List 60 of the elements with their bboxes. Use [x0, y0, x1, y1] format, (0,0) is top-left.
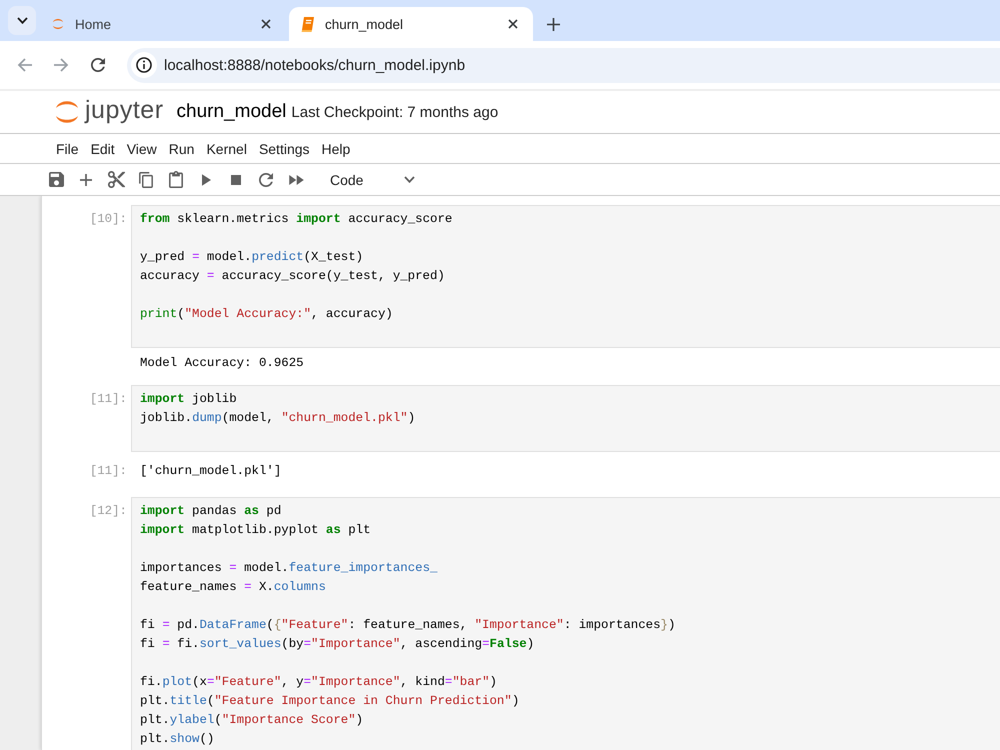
menu-item[interactable]: Kernel — [200, 140, 253, 156]
code-line: print("Model Accuracy:", accuracy) — [140, 306, 394, 323]
menu-item[interactable]: Run — [162, 140, 200, 156]
menu-item[interactable]: View — [120, 140, 163, 156]
clipboard-icon — [169, 171, 183, 188]
logo-text: jupyter — [85, 98, 164, 126]
code-line: fi = pd.DataFrame({"Feature": feature_names, "Importance": importances}) — [140, 617, 676, 634]
arrow-right-icon — [54, 58, 68, 72]
copy-icon — [139, 172, 153, 188]
plus-icon — [546, 18, 560, 30]
menu-item[interactable]: Edit — [84, 140, 121, 156]
code-line: plt.ylabel("Importance Score") — [140, 712, 364, 729]
close-icon — [508, 19, 518, 29]
fast-forward-icon — [288, 174, 304, 184]
code-line: fi.plot(x="Feature", y="Importance", kind="bar") — [140, 674, 498, 691]
chevron-down-icon — [16, 17, 28, 24]
url-text: localhost:8888/notebooks/churn_model.ipynb — [164, 56, 466, 74]
code-cell[interactable]: from sklearn.metrics import accuracy_score y_pred = model.predict(X_test) accuracy = accuracy_score(y_test, y_pred) print("Model Accuracy:", accuracy) — [131, 205, 1000, 348]
info-icon[interactable] — [131, 52, 157, 78]
code-line: import joblib — [140, 391, 238, 408]
code-line: feature_names = X.columns — [140, 579, 327, 596]
code-line: from sklearn.metrics import accuracy_score — [140, 211, 454, 228]
plus-icon — [80, 174, 92, 186]
circular-arrow-icon — [259, 172, 273, 186]
chevron-down-icon — [404, 176, 415, 183]
code-line: importances = model.feature_importances_ — [140, 560, 438, 577]
play-icon — [202, 174, 210, 186]
close-icon — [261, 19, 271, 29]
input-prompt: [12]: — [88, 503, 128, 520]
cell-output: ['churn_model.pkl'] — [140, 463, 282, 480]
address-bar[interactable]: localhost:8888/notebooks/churn_model.ipynb — [127, 48, 1000, 82]
reload-icon — [91, 58, 105, 72]
menu-item[interactable]: Help — [316, 140, 356, 156]
tab-list-button[interactable] — [8, 6, 36, 35]
book-icon — [301, 16, 314, 32]
arrow-left-icon — [16, 58, 32, 72]
checkpoint-status: Last Checkpoint: 7 months ago — [291, 104, 498, 120]
scissors-icon — [108, 171, 124, 188]
code-line: accuracy = accuracy_score(y_test, y_pred) — [140, 268, 446, 285]
code-line: fi = fi.sort_values(by="Importance", ascending=False) — [140, 636, 536, 653]
code-cell[interactable] — [131, 497, 1000, 750]
menu-item[interactable]: Settings — [252, 140, 316, 156]
browser-tab[interactable]: churn_model — [289, 7, 533, 41]
code-line: joblib.dump(model, "churn_model.pkl") — [140, 410, 416, 427]
code-line: plt.show() — [140, 731, 216, 748]
menu-item[interactable]: File — [50, 140, 85, 156]
cell-output: Model Accuracy: 0.9625 — [140, 355, 304, 372]
code-line: plt.title("Feature Importance in Churn Prediction") — [140, 693, 520, 710]
notebook-title[interactable]: churn_model — [176, 101, 286, 123]
input-prompt: [11]: — [88, 391, 128, 408]
code-line: import matplotlib.pyplot as plt — [140, 522, 372, 539]
code-line: import pandas as pd — [140, 503, 282, 520]
stop-icon — [231, 174, 241, 184]
logo-icon — [52, 17, 64, 31]
code-cell[interactable]: import joblib joblib.dump(model, "churn_model.pkl") — [131, 385, 1000, 452]
output-prompt: [11]: — [88, 463, 128, 480]
browser-tab[interactable]: Home — [40, 7, 286, 41]
code-line: y_pred = model.predict(X_test) — [140, 249, 364, 266]
cell-type-dropdown[interactable]: Code — [320, 168, 420, 192]
input-prompt: [10]: — [88, 211, 128, 228]
